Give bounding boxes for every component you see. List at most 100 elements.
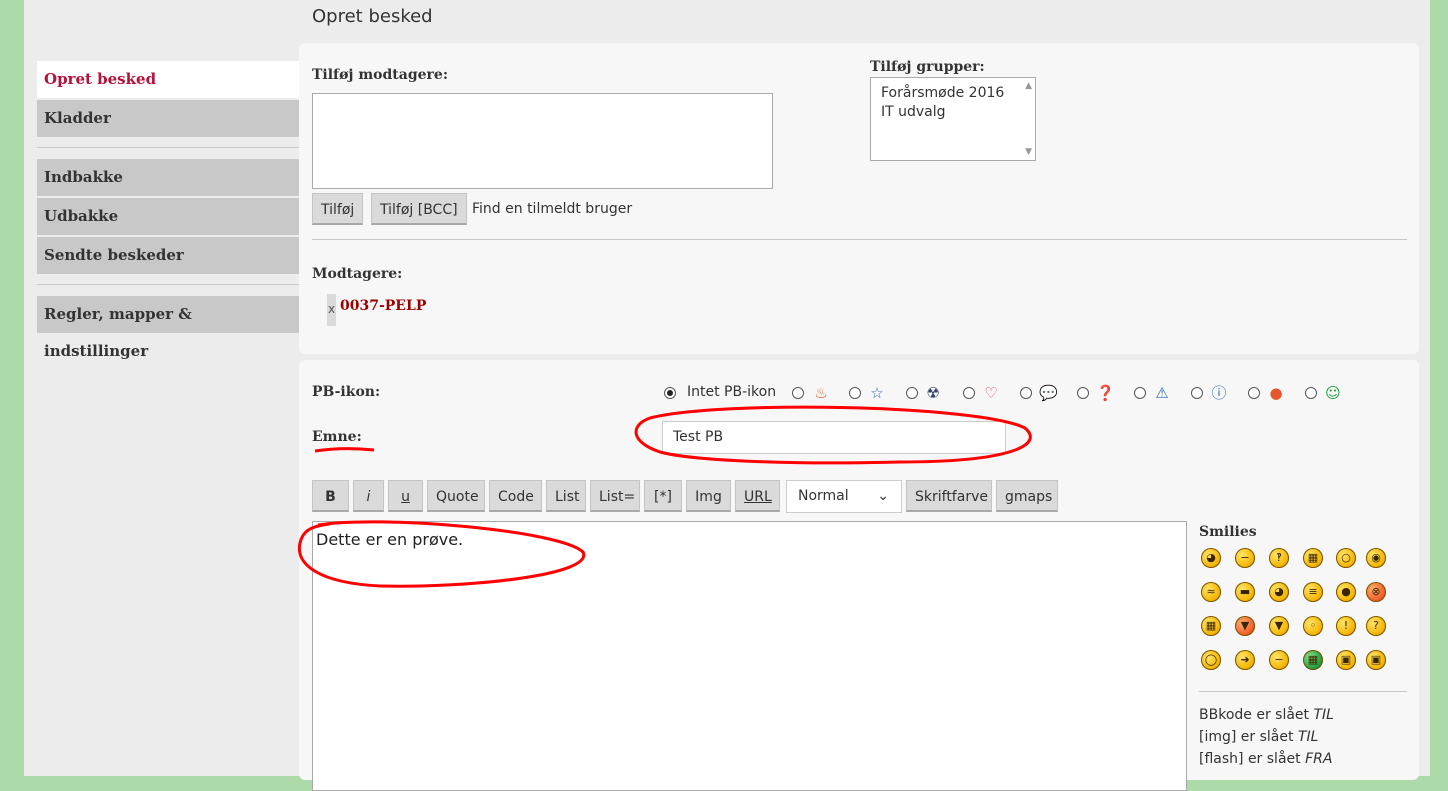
bbcode-status-state: TIL: [1313, 707, 1334, 723]
sidebar-item-udbakke[interactable]: Udbakke: [37, 198, 299, 235]
subject-input[interactable]: Test PB: [662, 421, 1006, 454]
info-icon: ⓘ: [1211, 384, 1227, 402]
sidebar-item-kladder[interactable]: Kladder: [37, 100, 299, 137]
smiley-eek-icon[interactable]: ◉: [1366, 548, 1386, 568]
smiley-rolleyes-icon[interactable]: ◦: [1303, 616, 1323, 636]
pb-icon-none-label: Intet PB-ikon: [687, 384, 777, 400]
add-bcc-button[interactable]: Tilføj [BCC]: [371, 193, 467, 225]
pb-icon-radio-warning[interactable]: [1134, 387, 1146, 399]
img-status: [img] er slået TIL: [1199, 729, 1318, 745]
flash-status-text: [flash] er slået: [1199, 751, 1301, 767]
underline-button[interactable]: u: [388, 480, 423, 512]
smiley-cool-icon[interactable]: ▬: [1235, 582, 1255, 602]
smiley-question-icon[interactable]: ?: [1366, 616, 1386, 636]
add-recipients-label: Tilføj modtagere:: [312, 67, 448, 83]
font-color-button[interactable]: Skriftfarve: [906, 480, 992, 512]
italic-button[interactable]: i: [353, 480, 384, 512]
sidebar: Opret besked Kladder Indbakke Udbakke Se…: [37, 61, 299, 360]
smiley-arrow-icon[interactable]: ➜: [1235, 650, 1255, 670]
smiley-green-teeth-icon[interactable]: ▦: [1303, 650, 1323, 670]
group-option[interactable]: Forårsmøde 2016: [871, 78, 1035, 101]
smiley-surprised-icon[interactable]: ○: [1336, 548, 1356, 568]
subject-label: Emne:: [312, 429, 362, 445]
pb-icon-radio-info[interactable]: [1191, 387, 1203, 399]
smiley-sad-teeth-icon[interactable]: ▦: [1303, 548, 1323, 568]
list-item-button[interactable]: [*]: [644, 480, 682, 512]
scroll-up-icon[interactable]: ▲: [1025, 81, 1032, 91]
star-icon: ☆: [870, 384, 884, 402]
sidebar-item-regler[interactable]: Regler, mapper & indstillinger: [37, 296, 299, 360]
smiley-laugh-icon[interactable]: ◕: [1269, 582, 1289, 602]
pb-icon-label: PB-ikon:: [312, 384, 381, 400]
font-size-value: Normal: [798, 488, 849, 504]
pb-icon-radio-thumbs-down[interactable]: [1248, 387, 1260, 399]
smiley-smile-icon[interactable]: ‽: [1269, 548, 1289, 568]
grin-icon: ☺: [1325, 384, 1341, 402]
bbcode-status-text: BBkode er slået: [1199, 707, 1310, 723]
gmaps-button[interactable]: gmaps: [996, 480, 1058, 512]
smiley-biggrin-icon[interactable]: ◕: [1201, 548, 1221, 568]
smiley-neutral-icon[interactable]: −: [1235, 548, 1255, 568]
smilies-title: Smilies: [1199, 524, 1257, 540]
quote-button[interactable]: Quote: [427, 480, 485, 512]
remove-recipient-button[interactable]: x: [327, 294, 336, 326]
pb-icon-radio-question[interactable]: [1077, 387, 1089, 399]
divider: [1199, 691, 1407, 692]
smiley-neutral2-icon[interactable]: −: [1269, 650, 1289, 670]
bbcode-status: BBkode er slået TIL: [1199, 707, 1334, 723]
smiley-mad-icon[interactable]: ≡: [1303, 582, 1323, 602]
flash-status: [flash] er slået FRA: [1199, 751, 1332, 767]
warning-icon: ⚠: [1155, 384, 1169, 402]
sidebar-divider: [37, 284, 299, 285]
add-button[interactable]: Tilføj: [312, 193, 364, 225]
smiley-confused-icon[interactable]: ≈: [1201, 582, 1221, 602]
flash-status-state: FRA: [1305, 751, 1333, 767]
url-button[interactable]: URL: [735, 480, 780, 512]
message-panel: PB-ikon: Intet PB-ikon ♨ ☆ ☢ ♡ 💬 ❓ ⚠ ⓘ ●…: [299, 360, 1419, 791]
code-button[interactable]: Code: [489, 480, 542, 512]
recipients-textarea[interactable]: [312, 93, 773, 189]
smiley-nerd-green-icon[interactable]: ▣: [1336, 650, 1356, 670]
scroll-down-icon[interactable]: ▼: [1025, 147, 1032, 157]
smiley-exclaim-icon[interactable]: !: [1336, 616, 1356, 636]
thumbs-down-icon: ●: [1269, 384, 1283, 402]
pb-icon-radio-heart[interactable]: [963, 387, 975, 399]
recipient-name[interactable]: 0037-PELP: [340, 298, 426, 314]
pb-icon-radio-grin[interactable]: [1305, 387, 1317, 399]
divider: [312, 239, 1407, 240]
smiley-twisted-icon[interactable]: ▼: [1269, 616, 1289, 636]
pb-icon-radio-speech[interactable]: [1020, 387, 1032, 399]
smiley-evil-icon[interactable]: ▼: [1235, 616, 1255, 636]
groups-listbox[interactable]: Forårsmøde 2016 IT udvalg ▲ ▼: [870, 77, 1036, 161]
list-button[interactable]: List: [546, 480, 586, 512]
sidebar-item-opret-besked[interactable]: Opret besked: [37, 61, 299, 98]
img-status-text: [img] er slået: [1199, 729, 1294, 745]
sidebar-divider: [37, 147, 299, 148]
question-icon: ❓: [1096, 384, 1115, 402]
group-option[interactable]: IT udvalg: [871, 101, 1035, 120]
smiley-mrgreen-icon[interactable]: ▦: [1201, 616, 1221, 636]
add-groups-label: Tilføj grupper:: [870, 59, 985, 75]
smiley-nerd-icon[interactable]: ▣: [1366, 650, 1386, 670]
smiley-razz-icon[interactable]: ●: [1336, 582, 1356, 602]
font-size-select[interactable]: Normal ⌄: [786, 480, 902, 513]
bold-button[interactable]: B: [312, 480, 349, 512]
recipients-panel: Tilføj modtagere: Tilføj Tilføj [BCC] Fi…: [299, 43, 1419, 354]
img-status-state: TIL: [1297, 729, 1319, 745]
img-button[interactable]: Img: [686, 480, 731, 512]
smiley-angry-icon[interactable]: ⊗: [1366, 582, 1386, 602]
pb-icon-radio-none[interactable]: [664, 387, 676, 399]
speech-bubble-icon: 💬: [1039, 384, 1058, 402]
sidebar-item-sendte-beskeder[interactable]: Sendte beskeder: [37, 237, 299, 274]
list-ordered-button[interactable]: List=: [590, 480, 640, 512]
pb-icon-radio-radioactive[interactable]: [906, 387, 918, 399]
pb-icon-radio-fire[interactable]: [792, 387, 804, 399]
message-textarea[interactable]: Dette er en prøve.: [312, 521, 1187, 791]
smiley-idea-icon[interactable]: ◯: [1201, 650, 1221, 670]
find-user-link[interactable]: Find en tilmeldt bruger: [472, 201, 632, 217]
sidebar-item-indbakke[interactable]: Indbakke: [37, 159, 299, 196]
chevron-down-icon: ⌄: [877, 488, 889, 504]
heart-icon: ♡: [984, 384, 998, 402]
pb-icon-radio-star[interactable]: [849, 387, 861, 399]
recipients-label: Modtagere:: [312, 266, 403, 282]
